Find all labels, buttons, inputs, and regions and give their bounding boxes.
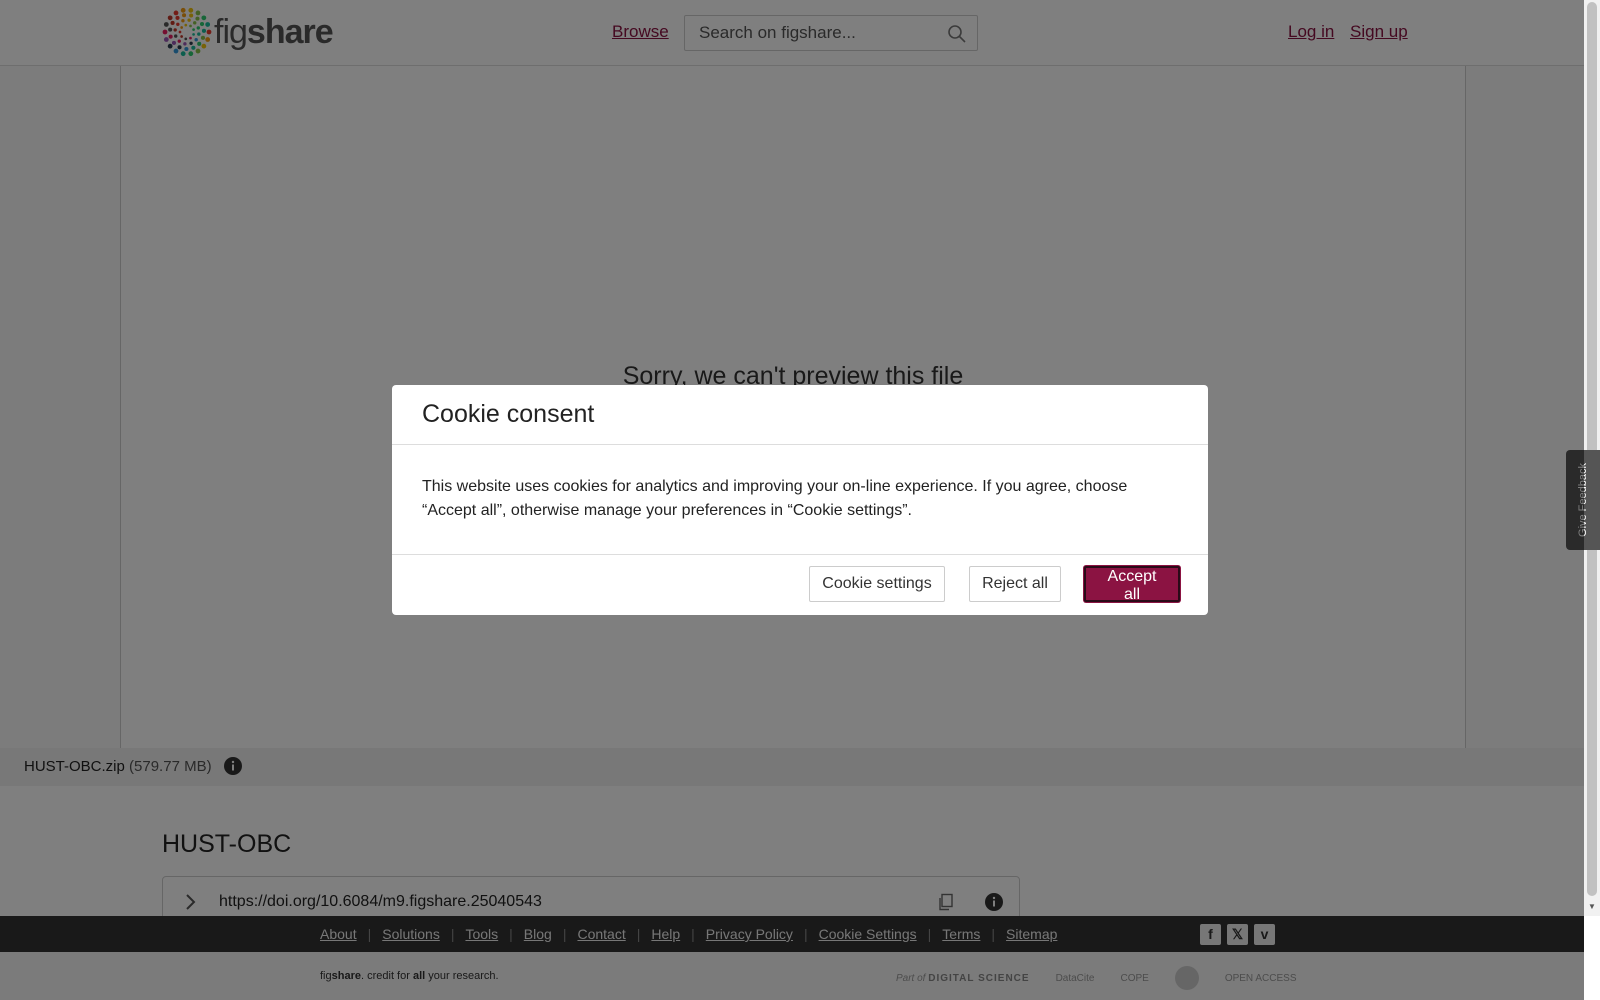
- cookie-settings-button[interactable]: Cookie settings: [809, 566, 945, 602]
- scroll-down-arrow-icon[interactable]: ▼: [1588, 902, 1596, 911]
- modal-header: Cookie consent: [392, 385, 1208, 445]
- modal-title: Cookie consent: [422, 400, 595, 428]
- cookie-consent-dialog: Cookie consent This website uses cookies…: [392, 385, 1208, 615]
- accept-all-button[interactable]: Accept all: [1084, 566, 1180, 603]
- modal-footer: Cookie settings Reject all Accept all: [392, 555, 1208, 615]
- modal-body-text: This website uses cookies for analytics …: [392, 445, 1208, 555]
- reject-all-button[interactable]: Reject all: [969, 566, 1061, 602]
- scrollbar-thumb[interactable]: [1587, 2, 1597, 896]
